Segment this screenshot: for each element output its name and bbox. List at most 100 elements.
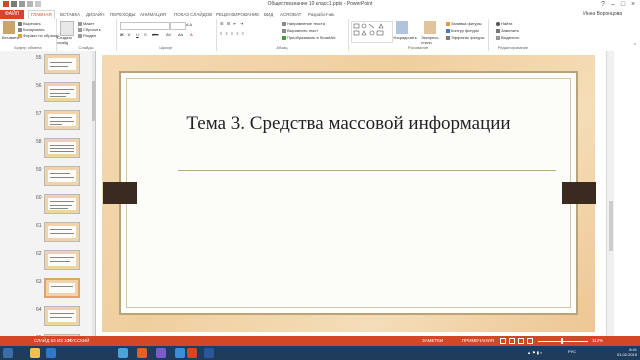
thumbnail-image[interactable] — [44, 194, 80, 214]
word-taskbar-icon[interactable] — [204, 348, 214, 358]
scrollbar-thumb[interactable] — [92, 81, 95, 121]
tab-review[interactable]: РЕЦЕНЗИРОВАНИЕ — [216, 10, 259, 19]
spacing-icon[interactable]: AV — [166, 32, 171, 37]
comments-button[interactable]: ПРИМЕЧАНИЯ — [462, 336, 494, 346]
explorer-icon[interactable] — [30, 348, 40, 358]
thumbnail-row[interactable]: 64 — [0, 303, 92, 331]
zoom-slider-knob[interactable] — [561, 338, 563, 344]
find-button[interactable]: Найти — [496, 21, 512, 26]
viber-icon[interactable] — [156, 348, 166, 358]
arrange-icon[interactable] — [396, 21, 408, 34]
thumbnail-image[interactable] — [44, 54, 80, 74]
language-indicator[interactable]: РУССКИЙ — [68, 336, 89, 346]
thumbnail-image[interactable] — [44, 306, 80, 326]
current-slide[interactable]: Тема 3. Средства массовой информации — [102, 55, 595, 332]
zoom-level[interactable]: 112% — [592, 336, 603, 346]
bold-icon[interactable]: Ж — [120, 32, 124, 37]
user-name[interactable]: Инна Воронцова — [583, 10, 622, 19]
font-name-select[interactable] — [120, 22, 170, 30]
minimize-button[interactable]: – — [608, 0, 618, 9]
tab-design[interactable]: ДИЗАЙН — [86, 10, 105, 19]
powerpoint-taskbar-icon[interactable] — [187, 348, 197, 358]
reading-view-icon[interactable] — [518, 338, 524, 344]
scrollbar-thumb[interactable] — [609, 201, 613, 251]
help-icon[interactable]: ? — [598, 0, 608, 9]
layout-button[interactable]: Макет — [78, 21, 94, 26]
start-icon[interactable] — [3, 348, 13, 358]
sorter-view-icon[interactable] — [509, 338, 515, 344]
thumbnail-image[interactable] — [44, 166, 80, 186]
clock[interactable]: 8:41 01.02.2019 — [617, 347, 637, 357]
thumbnail-row[interactable]: 61 — [0, 219, 92, 247]
list-icons[interactable]: ☰ ☰ ⇤ ⇥ — [220, 21, 244, 26]
shape-effects-button[interactable]: Эффекты фигуры — [446, 35, 484, 40]
tab-home[interactable]: ГЛАВНАЯ — [28, 10, 55, 19]
shapes-gallery[interactable] — [351, 21, 393, 43]
tab-file[interactable]: ФАЙЛ — [0, 10, 24, 19]
tab-acrobat[interactable]: ACROBAT — [280, 10, 301, 19]
app-icon[interactable] — [137, 348, 147, 358]
underline-icon[interactable]: Ч — [136, 32, 139, 37]
browser-icon[interactable] — [46, 348, 56, 358]
case-icon[interactable]: Aa — [178, 32, 183, 37]
strikethrough-icon[interactable]: abc — [152, 32, 158, 37]
thumbnail-row[interactable]: 56 — [0, 79, 92, 107]
section-button[interactable]: Раздел — [78, 33, 96, 38]
tab-slideshow[interactable]: ПОКАЗ СЛАЙДОВ — [174, 10, 212, 19]
collapse-ribbon-icon[interactable]: ^ — [634, 43, 636, 49]
align-icons[interactable]: ≡ ≡ ≡ ≡ ≡ — [220, 31, 245, 36]
font-size-select[interactable] — [170, 22, 186, 30]
font-color-icon[interactable]: A — [190, 32, 193, 37]
arrange-button[interactable]: Упорядочить — [393, 35, 417, 40]
shape-outline-button[interactable]: Контур фигуры — [446, 28, 479, 33]
thumbnail-row-selected[interactable]: 63 — [0, 275, 92, 303]
thumbnail-row[interactable]: 60 — [0, 191, 92, 219]
app-icon[interactable] — [175, 348, 185, 358]
thumbnail-image[interactable] — [44, 110, 80, 130]
tab-developer[interactable]: Разработчик — [308, 10, 334, 19]
slideshow-view-icon[interactable] — [527, 338, 533, 344]
new-slide-icon[interactable] — [60, 21, 74, 36]
thumbnail-image[interactable] — [44, 250, 80, 270]
notes-button[interactable]: ЗАМЕТКИ — [422, 336, 443, 346]
thumbnail-row[interactable]: 58 — [0, 135, 92, 163]
input-language[interactable]: РУС — [568, 349, 576, 354]
cut-button[interactable]: Вырезать — [18, 21, 41, 26]
thumbnail-image[interactable] — [44, 278, 80, 298]
italic-icon[interactable]: К — [128, 32, 130, 37]
thumbnail-row[interactable]: 55 — [0, 51, 92, 79]
quick-styles-icon[interactable] — [424, 21, 436, 34]
grow-font-icon[interactable]: A A — [186, 22, 192, 27]
paste-icon[interactable] — [3, 21, 15, 34]
thumbnail-row[interactable]: 62 — [0, 247, 92, 275]
normal-view-icon[interactable] — [500, 338, 506, 344]
replace-button[interactable]: Заменить — [496, 28, 519, 33]
slide-title[interactable]: Тема 3. Средства массовой информации — [121, 113, 576, 135]
quick-styles-button[interactable]: Экспресс-стили — [421, 35, 443, 45]
tab-view[interactable]: ВИД — [264, 10, 273, 19]
copy-button[interactable]: Копировать — [18, 27, 45, 32]
thumbnail-image[interactable] — [44, 82, 80, 102]
shadow-icon[interactable]: S — [144, 32, 147, 37]
maximize-button[interactable]: □ — [618, 0, 628, 9]
format-painter-button[interactable]: Формат по образцу — [18, 33, 59, 38]
thumbnail-image[interactable] — [44, 138, 80, 158]
tab-animation[interactable]: АНИМАЦИЯ — [140, 10, 166, 19]
shape-fill-button[interactable]: Заливка фигуры — [446, 21, 482, 26]
thumbnails-scrollbar[interactable] — [92, 51, 95, 346]
thumbnail-row[interactable]: 59 — [0, 163, 92, 191]
zoom-slider[interactable] — [538, 340, 588, 342]
reset-button[interactable]: Сбросить — [78, 27, 101, 32]
thumbnail-image[interactable] — [44, 222, 80, 242]
tab-insert[interactable]: ВСТАВКА — [60, 10, 80, 19]
smartart-button[interactable]: Преобразовать в SmartArt — [282, 35, 336, 40]
close-button[interactable]: × — [628, 0, 638, 9]
window-title: Обществознание 10 класс1.pptx - PowerPoi… — [267, 1, 373, 7]
align-text-button[interactable]: Выровнять текст — [282, 28, 318, 33]
text-direction-button[interactable]: Направление текста — [282, 21, 325, 26]
thumbnail-row[interactable]: 57 — [0, 107, 92, 135]
app-icon[interactable] — [118, 348, 128, 358]
tab-transitions[interactable]: ПЕРЕХОДЫ — [110, 10, 136, 19]
paste-button[interactable]: Вставить — [2, 35, 19, 40]
select-button[interactable]: Выделить — [496, 35, 519, 40]
